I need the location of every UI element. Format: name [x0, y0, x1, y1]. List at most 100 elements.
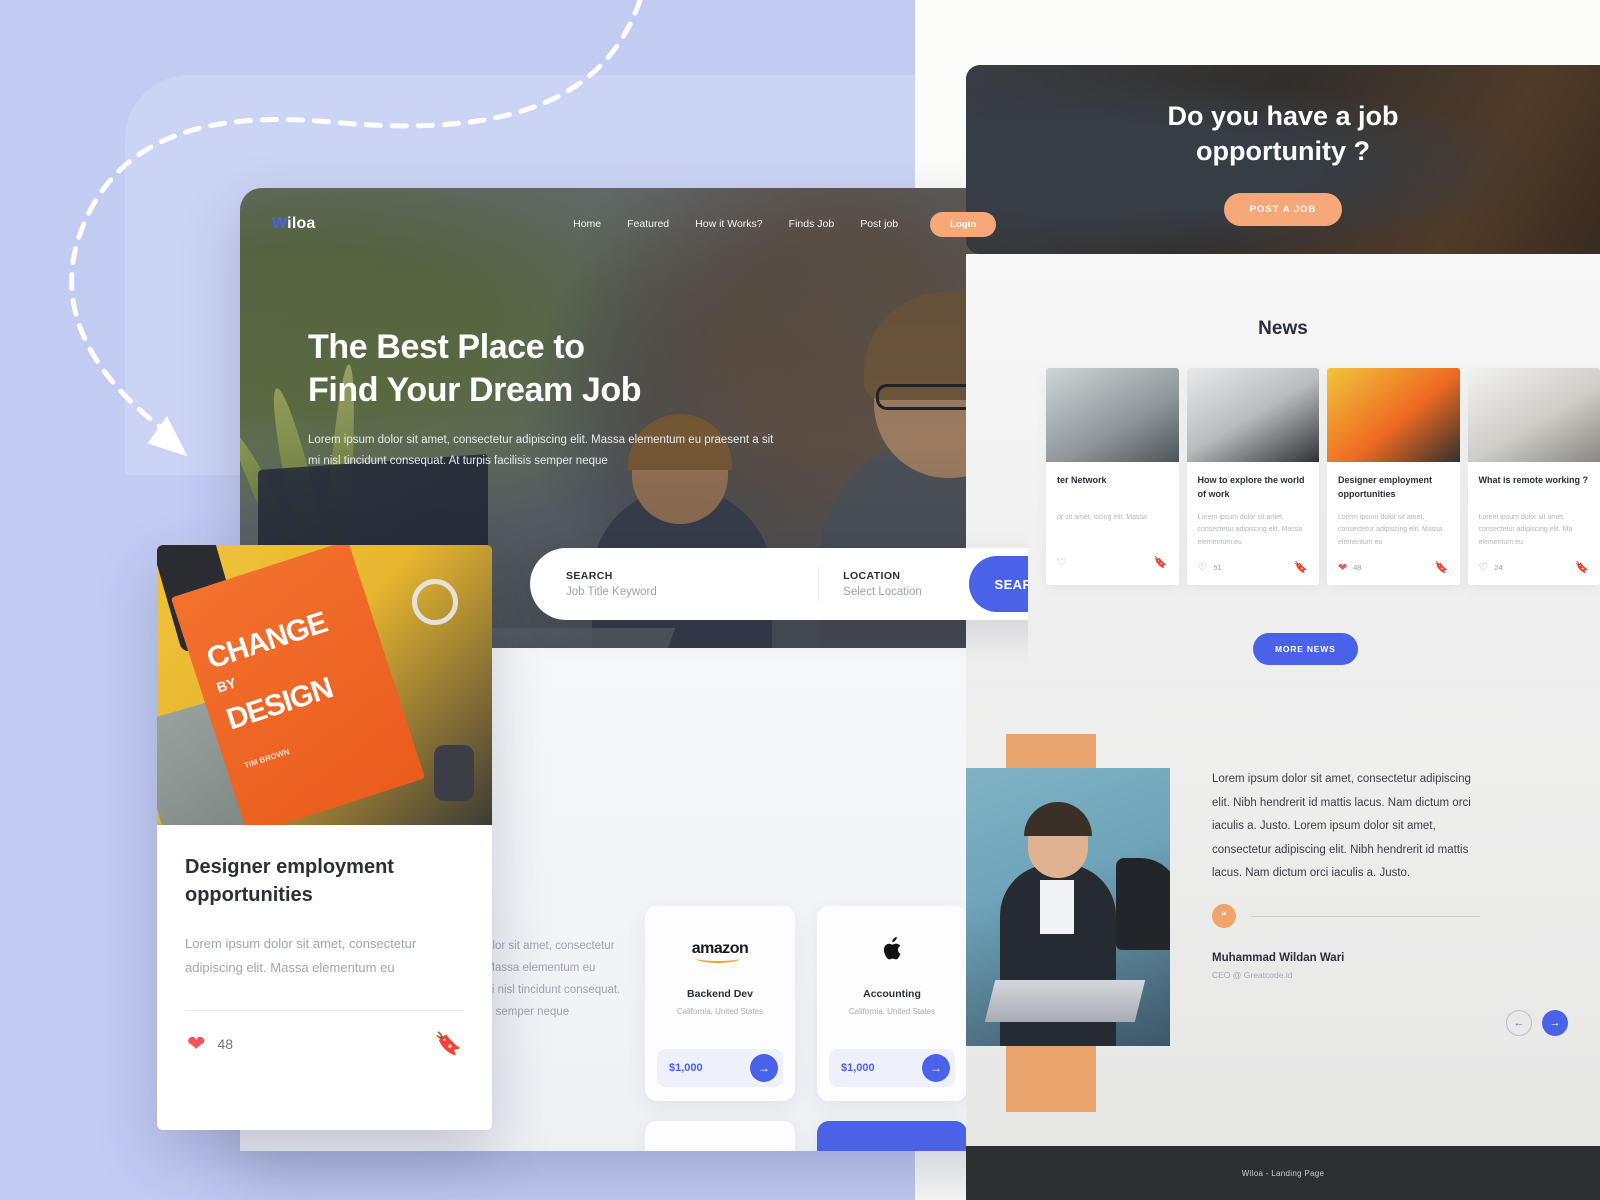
testimonial-rule: “	[1212, 904, 1480, 928]
testimonial-author-name: Muhammad Wildan Wari	[1212, 952, 1345, 964]
news-thumbnail	[1046, 368, 1179, 462]
bookmark-icon[interactable]: 🔖	[1154, 556, 1168, 569]
news-card-body: What is remote working ? Lorem ipsum dol…	[1468, 462, 1600, 585]
mockup-stage: Wiloa Home Featured How it Works? Finds …	[0, 0, 1600, 1200]
horizontal-rule	[1250, 915, 1480, 917]
brand-logo[interactable]: Wiloa	[272, 215, 316, 233]
job-title: Backend Dev	[687, 988, 753, 1000]
job-footer: $1,000 →	[657, 1049, 783, 1087]
heart-icon[interactable]: ♡	[1479, 561, 1489, 574]
news-card-body: Designer employment opportunities Lorem …	[1327, 462, 1460, 585]
search-location-placeholder: Select Location	[843, 586, 922, 598]
bookmark-icon[interactable]: 🔖	[435, 1031, 462, 1057]
apple-logo-icon	[882, 926, 902, 972]
testimonial-carousel-controls: ← →	[1506, 1010, 1568, 1036]
news-card[interactable]: What is remote working ? Lorem ipsum dol…	[1467, 368, 1600, 585]
news-card-excerpt: or sit amet, iscing elit. Massa	[1057, 514, 1147, 521]
job-card-google[interactable]: Google UX Researcher California, United …	[645, 1121, 795, 1151]
cta-title-line-1: Do you have a job	[1167, 101, 1399, 131]
blog-card-body: Designer employment opportunities Lorem …	[157, 825, 492, 1057]
news-like-count: 48	[1353, 562, 1362, 572]
nav-item-featured[interactable]: Featured	[627, 218, 669, 230]
blog-card-title: Designer employment opportunities	[185, 856, 394, 907]
heart-icon[interactable]: ♡	[1057, 556, 1067, 569]
job-apply-arrow-button[interactable]: →	[922, 1054, 950, 1082]
blog-article-card[interactable]: CHANGE BY DESIGN TIM BROWN Designer empl…	[157, 545, 492, 1130]
carousel-prev-button[interactable]: ←	[1506, 1010, 1532, 1036]
news-card[interactable]: Designer employment opportunities Lorem …	[1327, 368, 1460, 585]
book-title-by: BY	[214, 674, 239, 696]
laptop-shape	[984, 980, 1146, 1022]
book-title-design: DESIGN	[222, 671, 337, 737]
news-card-title: How to explore the world of work	[1197, 475, 1305, 499]
job-card-amazon[interactable]: amazon Backend Dev California, United St…	[645, 906, 795, 1101]
watch-shape	[434, 745, 474, 801]
testimonial-photo	[966, 768, 1170, 1046]
search-divider	[818, 567, 820, 601]
job-location: California, United States	[848, 1007, 936, 1016]
hero-navbar: Wiloa Home Featured How it Works? Finds …	[240, 188, 1028, 260]
nav-item-how-it-works[interactable]: How it Works?	[695, 218, 763, 230]
testimonial-author-role: CEO @ Greatcode.id	[1212, 970, 1293, 980]
amazon-smile-icon	[695, 954, 740, 963]
news-card-excerpt: Lorem ipsum dolor sit amet, consectetur …	[1338, 514, 1443, 546]
news-card-grid: ter Network or sit amet, iscing elit. Ma…	[966, 340, 1600, 585]
login-button[interactable]: Login	[930, 211, 996, 237]
search-keyword-label: SEARCH	[566, 570, 613, 582]
nav-links: Home Featured How it Works? Finds Job Po…	[573, 211, 996, 237]
secondary-landing-screen: Do you have a job opportunity ? POST A J…	[966, 0, 1600, 1200]
lamp-shape	[1116, 858, 1170, 950]
nav-item-post-job[interactable]: Post job	[860, 218, 898, 230]
blog-card-image: CHANGE BY DESIGN TIM BROWN	[157, 545, 492, 825]
cta-title: Do you have a job opportunity ?	[966, 99, 1600, 169]
nav-item-home[interactable]: Home	[573, 218, 601, 230]
news-card[interactable]: ter Network or sit amet, iscing elit. Ma…	[1046, 368, 1179, 585]
news-heading: News	[1258, 318, 1308, 339]
news-card-body: ter Network or sit amet, iscing elit. Ma…	[1046, 462, 1179, 580]
job-location: California, United States	[676, 1007, 764, 1016]
search-submit-button[interactable]: SEARCH	[969, 556, 1028, 612]
job-cards-row: Google UX Researcher California, United …	[645, 1121, 967, 1151]
post-job-cta-banner: Do you have a job opportunity ? POST A J…	[966, 65, 1600, 254]
heart-icon[interactable]: ❤	[1338, 561, 1347, 574]
blog-like-count: 48	[217, 1035, 234, 1052]
job-apply-arrow-button[interactable]: →	[750, 1054, 778, 1082]
news-like-count: 51	[1213, 562, 1222, 572]
scissors-shape	[412, 579, 458, 625]
job-salary: $1,000	[669, 1062, 703, 1074]
news-card[interactable]: How to explore the world of work Lorem i…	[1186, 368, 1320, 585]
hero-text-block: The Best Place to Find Your Dream Job Lo…	[308, 326, 778, 472]
news-card-title: What is remote working ?	[1478, 475, 1589, 485]
hero-subtitle: Lorem ipsum dolor sit amet, consectetur …	[308, 433, 774, 467]
news-card-footer: ❤ 48 🔖	[1338, 561, 1449, 574]
more-news-button[interactable]: MORE NEWS	[1253, 633, 1358, 665]
airbnb-logo-icon: airbnb	[863, 1141, 921, 1151]
logo-first-letter: W	[272, 215, 288, 232]
job-footer: $1,000 →	[829, 1049, 955, 1087]
job-card-airbnb[interactable]: airbnb Frontend Dev Washington, United S…	[817, 1121, 967, 1151]
job-card-apple[interactable]: Accounting California, United States $1,…	[817, 906, 967, 1101]
news-card-footer: ♡ 🔖	[1057, 556, 1168, 569]
bookmark-icon[interactable]: 🔖	[1294, 561, 1308, 574]
search-keyword-placeholder: Job Title Keyword	[566, 586, 657, 598]
bookmark-icon[interactable]: 🔖	[1575, 561, 1589, 574]
job-search-bar: SEARCH Job Title Keyword LOCATION Select…	[530, 548, 1028, 620]
heart-icon[interactable]: ♡	[1198, 561, 1208, 574]
search-keyword-field[interactable]: SEARCH Job Title Keyword	[566, 570, 818, 598]
quote-icon: “	[1212, 904, 1236, 928]
search-location-field[interactable]: LOCATION Select Location	[843, 570, 969, 598]
nav-item-finds-job[interactable]: Finds Job	[789, 218, 835, 230]
news-thumbnail	[1467, 368, 1600, 462]
bookmark-icon[interactable]: 🔖	[1435, 561, 1449, 574]
news-card-footer: ♡ 51 🔖	[1198, 561, 1309, 574]
news-card-title: ter Network	[1057, 475, 1107, 485]
post-a-job-button[interactable]: POST A JOB	[1223, 193, 1343, 227]
hero-title-line-2: Find Your Dream Job	[308, 370, 642, 409]
news-card-body: How to explore the world of work Lorem i…	[1187, 462, 1320, 585]
blog-card-meta: ❤ 48 🔖	[185, 1011, 464, 1057]
search-location-label: LOCATION	[843, 570, 901, 582]
job-cards-grid: amazon Backend Dev California, United St…	[645, 906, 967, 1151]
carousel-next-button[interactable]: →	[1542, 1010, 1568, 1036]
heart-icon[interactable]: ❤	[187, 1031, 205, 1057]
news-thumbnail	[1186, 368, 1319, 462]
